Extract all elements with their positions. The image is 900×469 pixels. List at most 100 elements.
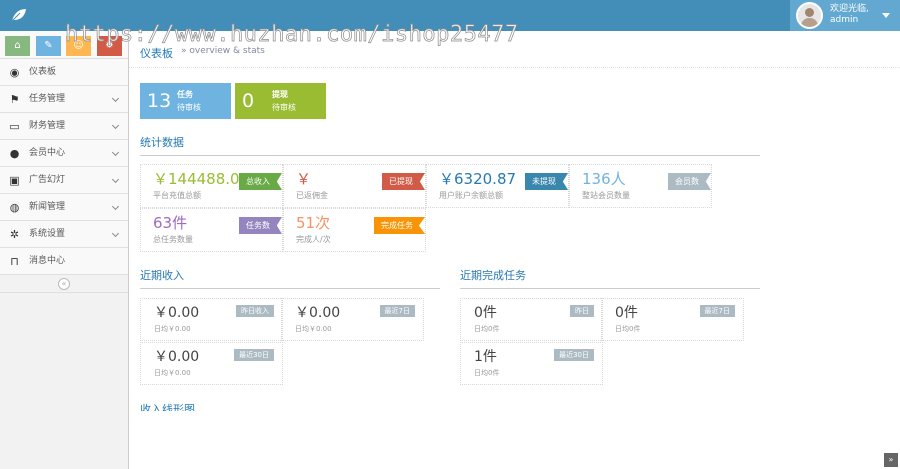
chevron-down-icon <box>111 229 120 238</box>
sidebar-item-label: 任务管理 <box>29 94 66 104</box>
edit-shortcut-button[interactable]: ✎ <box>36 36 61 56</box>
sidebar-item-label: 财务管理 <box>29 121 66 131</box>
main-content: 仪表板 » overview & stats 13 任务 待审核 0 提现 待审… <box>129 31 900 469</box>
summary-box: ￥0.00 日均￥0.00 最近30日 <box>140 342 283 385</box>
stat-value: ￥ <box>296 170 312 188</box>
summary-tag: 昨日收入 <box>236 305 274 317</box>
tile-number: 0 <box>242 90 255 112</box>
sidebar-item[interactable]: ▭ 财务管理 <box>0 113 128 140</box>
summary-value: 0件 <box>474 305 497 321</box>
sidebar-item-label: 新闻管理 <box>29 202 66 212</box>
stat-value: ￥144488.0 <box>153 170 240 188</box>
stats-section-title: 统计数据 <box>140 134 760 156</box>
stat-ribbon-badge: 任务数 <box>239 217 282 234</box>
stat-ribbon-badge: 总收入 <box>239 173 282 190</box>
stat-caption: 整站会员数量 <box>582 191 630 200</box>
sidebar-item-label: 广告幻灯 <box>29 175 66 185</box>
tile-sublabel: 待审核 <box>177 103 201 112</box>
user-icon: ● <box>9 147 20 160</box>
pending-tasks-tile[interactable]: 13 任务 待审核 <box>140 83 231 119</box>
stat-caption: 总任务数量 <box>153 235 193 244</box>
caret-down-icon <box>882 13 890 18</box>
summary-caption: 日均￥0.00 <box>154 325 191 333</box>
summary-box: 0件日均0件 昨日 <box>460 298 603 341</box>
user-menu[interactable]: 欢迎光临, admin <box>790 0 900 31</box>
breadcrumb: 仪表板 » overview & stats <box>129 31 900 68</box>
summary-box: 1件 日均0件 最近30日 <box>460 342 603 385</box>
tile-number: 13 <box>147 90 172 112</box>
summary-tag: 最近7日 <box>379 305 415 317</box>
sidebar-item[interactable]: ✲ 系统设置 <box>0 221 128 248</box>
summary-caption: 日均0件 <box>615 325 641 333</box>
stat-value: 51次 <box>296 214 331 232</box>
sidebar-item-label: 仪表板 <box>29 67 57 77</box>
summary-tag: 昨日 <box>570 305 594 317</box>
summary-box: ￥0.00 日均￥0.00 昨日收入 <box>140 298 283 341</box>
sidebar-item[interactable]: ◉ 仪表板 <box>0 59 128 86</box>
stat-box: 63件总任务数量 任务数 <box>140 208 283 252</box>
globe-icon: ◍ <box>9 201 20 214</box>
chevron-down-icon <box>111 121 120 130</box>
leaf-icon[interactable] <box>10 7 28 23</box>
summary-box: ￥0.00 日均￥0.00 最近7日 <box>281 298 424 341</box>
summary-value: ￥0.00 <box>295 305 341 321</box>
summary-value: ￥0.00 <box>154 305 200 321</box>
stat-ribbon-badge: 完成任务 <box>374 217 425 234</box>
gear-icon: ✲ <box>9 228 20 241</box>
users-shortcut-button[interactable]: ☺ <box>66 36 91 56</box>
summary-tag: 最近30日 <box>234 349 274 361</box>
avatar <box>796 2 823 29</box>
stat-caption: 用户账户余额总额 <box>439 191 503 200</box>
stat-caption: 已返佣金 <box>296 191 328 200</box>
home-shortcut-button[interactable]: ⌂ <box>5 36 30 56</box>
settings-shortcut-button[interactable]: ✹ <box>97 36 122 56</box>
chart-section-title: 收入线形图 <box>140 403 195 411</box>
stat-ribbon-badge: 已提现 <box>382 173 425 190</box>
breadcrumb-title[interactable]: 仪表板 <box>140 45 173 61</box>
stat-value: 136人 <box>582 170 626 188</box>
sidebar-shortcuts: ⌂ ✎ ☺ ✹ <box>0 31 128 59</box>
stat-value: 63件 <box>153 214 188 232</box>
sidebar-item[interactable]: ● 会员中心 <box>0 140 128 167</box>
tile-label: 提现 <box>272 90 288 99</box>
scroll-top-button[interactable]: » <box>884 453 898 467</box>
stat-box: ￥144488.0 平台充值总额 总收入 <box>140 164 283 208</box>
sidebar-item-label: 消息中心 <box>29 256 66 266</box>
summary-caption: 日均￥0.00 <box>154 369 191 377</box>
summary-value: 0件 <box>615 305 638 321</box>
summary-box: 0件 日均0件 最近7日 <box>601 298 744 341</box>
sidebar-item[interactable]: ⊓ 消息中心 <box>0 248 128 275</box>
sidebar-collapse-bar: « <box>0 275 128 293</box>
summary-value: ￥0.00 <box>154 349 200 365</box>
income-section-title: 近期收入 <box>140 267 440 289</box>
tile-sublabel: 待审核 <box>272 103 296 112</box>
pending-withdraw-tile[interactable]: 0 提现 待审核 <box>235 83 326 119</box>
picture-icon: ▣ <box>9 174 20 187</box>
collapse-sidebar-button[interactable]: « <box>58 278 70 290</box>
top-navbar: 欢迎光临, admin <box>0 0 900 31</box>
stat-box: 51次 完成人/次 完成任务 <box>283 208 426 252</box>
stat-ribbon-badge: 未提现 <box>525 173 568 190</box>
flag-icon: ⚑ <box>9 93 20 106</box>
stat-ribbon-badge: 会员数 <box>668 173 711 190</box>
chevron-down-icon <box>111 202 120 211</box>
user-welcome-text: 欢迎光临, <box>830 4 869 14</box>
sidebar: ⌂ ✎ ☺ ✹ ◉ 仪表板 ⚑ 任务管理 ▭ 财务管理 ● 会员中心 ▣ 广告幻灯 ◍ 新闻管理 ✲ 系统… <box>0 31 129 469</box>
user-name: admin <box>830 15 859 25</box>
sidebar-nav: ◉ 仪表板 ⚑ 任务管理 ▭ 财务管理 ● 会员中心 ▣ 广告幻灯 ◍ 新闻管理 ✲ 系统设置 ⊓ 消息中心 <box>0 59 128 275</box>
sidebar-item[interactable]: ◍ 新闻管理 <box>0 194 128 221</box>
tile-label: 任务 <box>177 90 193 99</box>
stat-value: ￥6320.87 <box>439 170 517 188</box>
summary-caption: 日均0件 <box>474 325 500 333</box>
chevron-down-icon <box>111 175 120 184</box>
stat-box: 136人整站会员数量 会员数 <box>569 164 712 208</box>
tasks-section-title: 近期完成任务 <box>460 267 760 289</box>
chevron-down-icon <box>111 148 120 157</box>
breadcrumb-subtitle: » overview & stats <box>181 46 265 56</box>
stat-box: ￥6320.87 用户账户余额总额 未提现 <box>426 164 569 208</box>
inbox-icon: ▭ <box>9 120 20 133</box>
bookmark-icon: ⊓ <box>10 255 19 268</box>
sidebar-item[interactable]: ▣ 广告幻灯 <box>0 167 128 194</box>
summary-caption: 日均0件 <box>474 369 500 377</box>
sidebar-item[interactable]: ⚑ 任务管理 <box>0 86 128 113</box>
